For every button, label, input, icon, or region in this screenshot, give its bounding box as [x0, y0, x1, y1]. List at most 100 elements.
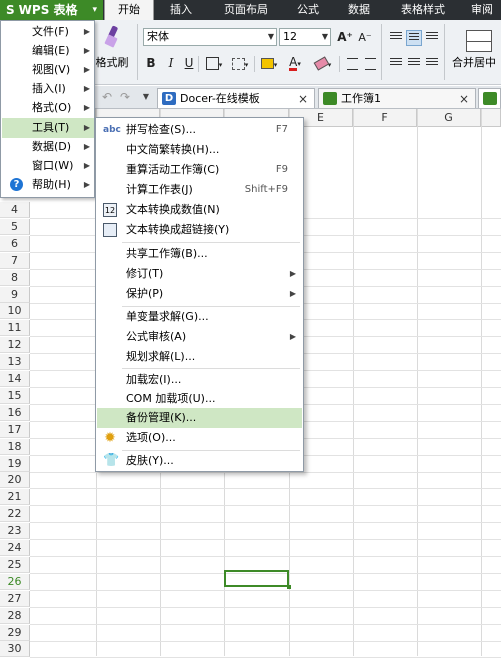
italic-button[interactable]: I	[163, 54, 179, 72]
row-header[interactable]: 27	[0, 591, 30, 607]
merge-center-button[interactable]: 合并居中	[452, 54, 496, 70]
align-middle-button[interactable]	[406, 30, 422, 46]
tab-data[interactable]: 数据	[337, 0, 381, 20]
row-header[interactable]: 23	[0, 523, 30, 539]
undo-icon[interactable]: ↶	[100, 88, 114, 106]
menu-item-text-to-hyperlink[interactable]: 文本转换成超链接(Y)	[97, 220, 302, 240]
menu-item-edit[interactable]: 编辑(E) ▶	[2, 41, 94, 61]
tab-formulas[interactable]: 公式	[286, 0, 330, 20]
row-header[interactable]: 5	[0, 219, 30, 235]
row-header[interactable]: 4	[0, 202, 30, 218]
tab-home[interactable]: 开始	[104, 0, 154, 20]
wps-menu-button[interactable]: S WPS 表格 ▾	[0, 0, 103, 20]
menu-item-window[interactable]: 窗口(W) ▶	[2, 156, 94, 176]
menu-item-protect[interactable]: 保护(P) ▶	[97, 284, 302, 304]
doc-tab-new[interactable]	[478, 88, 501, 108]
menu-item-skin[interactable]: 👕 皮肤(Y)...	[97, 451, 302, 471]
menu-item-goal-seek[interactable]: 单变量求解(G)...	[97, 307, 302, 327]
shrink-font-button[interactable]: A⁻	[356, 29, 374, 47]
row-header[interactable]: 6	[0, 236, 30, 252]
redo-icon[interactable]: ↷	[118, 88, 132, 106]
menu-item-data[interactable]: 数据(D) ▶	[2, 137, 94, 157]
doc-tab-workbook[interactable]: 工作簿1 ×	[318, 88, 476, 108]
row-header[interactable]: 30	[0, 641, 30, 657]
menu-item-calc-sheet[interactable]: 计算工作表(J) Shift+F9	[97, 180, 302, 200]
bold-button[interactable]: B	[143, 54, 159, 72]
wrap-text-button[interactable]	[344, 54, 360, 72]
menu-item-track-changes[interactable]: 修订(T) ▶	[97, 264, 302, 284]
grow-font-button[interactable]: A⁺	[336, 28, 354, 46]
menu-item-solver[interactable]: 规划求解(L)...	[97, 347, 302, 367]
menu-item-label: 重算活动工作簿(C)	[126, 163, 220, 176]
row-header[interactable]: 14	[0, 371, 30, 387]
menu-item-spell-check[interactable]: abc 拼写检查(S)... F7	[97, 120, 302, 140]
chevron-down-icon[interactable]: ▼	[140, 88, 152, 106]
tab-review[interactable]: 审阅	[464, 0, 500, 20]
menu-item-file[interactable]: 文件(F) ▶	[2, 22, 94, 42]
align-center-button[interactable]	[406, 56, 422, 72]
clear-format-button[interactable]: ▾	[310, 54, 336, 72]
menu-item-label: 公式审核(A)	[126, 330, 187, 343]
row-header[interactable]: 13	[0, 354, 30, 370]
menu-item-chinese-conversion[interactable]: 中文简繁转换(H)...	[97, 140, 302, 160]
menu-item-view[interactable]: 视图(V) ▶	[2, 60, 94, 80]
menu-item-backup-management[interactable]: 备份管理(K)...	[97, 408, 302, 428]
menu-item-format[interactable]: 格式(O) ▶	[2, 98, 94, 118]
row-header[interactable]: 21	[0, 489, 30, 505]
row-header[interactable]: 20	[0, 472, 30, 488]
merge-cells-icon[interactable]	[466, 30, 492, 52]
close-icon[interactable]: ×	[298, 89, 308, 109]
menu-item-insert[interactable]: 插入(I) ▶	[2, 79, 94, 99]
tab-insert[interactable]: 插入	[158, 0, 204, 20]
menu-item-formula-auditing[interactable]: 公式审核(A) ▶	[97, 327, 302, 347]
menu-item-help[interactable]: ? 帮助(H) ▶	[2, 175, 94, 195]
row-header[interactable]: 8	[0, 270, 30, 286]
fill-color-button[interactable]: ▾	[257, 54, 281, 72]
row-header[interactable]: 25	[0, 557, 30, 573]
menu-item-share-workbook[interactable]: 共享工作簿(B)...	[97, 244, 302, 264]
font-name-select[interactable]: 宋体 ▼	[143, 28, 277, 46]
menu-item-tools[interactable]: 工具(T) ▶	[2, 118, 94, 138]
column-header-f[interactable]: F	[353, 109, 417, 127]
row-header[interactable]: 11	[0, 320, 30, 336]
menu-item-recalc-workbook[interactable]: 重算活动工作簿(C) F9	[97, 160, 302, 180]
row-header[interactable]: 29	[0, 625, 30, 641]
doc-tab-docer[interactable]: D Docer-在线模板 ×	[157, 88, 315, 108]
align-left-button[interactable]	[388, 56, 404, 72]
row-header[interactable]: 26	[0, 574, 30, 590]
column-header-g[interactable]: G	[417, 109, 481, 127]
border-button[interactable]: ▾	[201, 54, 227, 72]
menu-item-text-to-number[interactable]: 12 文本转换成数值(N)	[97, 200, 302, 220]
format-painter-button[interactable]: 格式刷	[95, 26, 129, 70]
tab-page-layout[interactable]: 页面布局	[214, 0, 278, 20]
font-size-select[interactable]: 12 ▼	[279, 28, 331, 46]
toolbar-divider	[254, 56, 255, 72]
close-icon[interactable]: ×	[459, 89, 469, 109]
underline-button[interactable]: U	[181, 54, 197, 72]
row-header[interactable]: 10	[0, 303, 30, 319]
align-right-button[interactable]	[424, 56, 440, 72]
row-header[interactable]: 16	[0, 405, 30, 421]
row-header[interactable]: 9	[0, 287, 30, 303]
row-header[interactable]: 19	[0, 456, 30, 472]
menu-item-add-ins[interactable]: 加载宏(I)...	[97, 370, 302, 390]
cell-style-button[interactable]: ▾	[228, 54, 252, 72]
row-header[interactable]: 24	[0, 540, 30, 556]
align-top-button[interactable]	[388, 30, 404, 46]
row-header[interactable]: 12	[0, 337, 30, 353]
menu-item-options[interactable]: ✹ 选项(O)...	[97, 428, 302, 448]
row-header[interactable]: 28	[0, 608, 30, 624]
row-header[interactable]: 22	[0, 506, 30, 522]
row-header[interactable]: 17	[0, 422, 30, 438]
row-header[interactable]: 15	[0, 388, 30, 404]
row-header[interactable]: 7	[0, 253, 30, 269]
menu-item-com-add-ins[interactable]: COM 加载项(U)...	[97, 389, 302, 409]
tab-table-style[interactable]: 表格样式	[392, 0, 454, 20]
column-header[interactable]	[481, 109, 501, 127]
indent-button[interactable]	[362, 54, 378, 72]
active-cell[interactable]	[224, 570, 291, 589]
font-color-button[interactable]: A▾	[283, 53, 307, 71]
chevron-right-icon: ▶	[83, 103, 90, 112]
align-bottom-button[interactable]	[424, 30, 440, 46]
row-header[interactable]: 18	[0, 439, 30, 455]
